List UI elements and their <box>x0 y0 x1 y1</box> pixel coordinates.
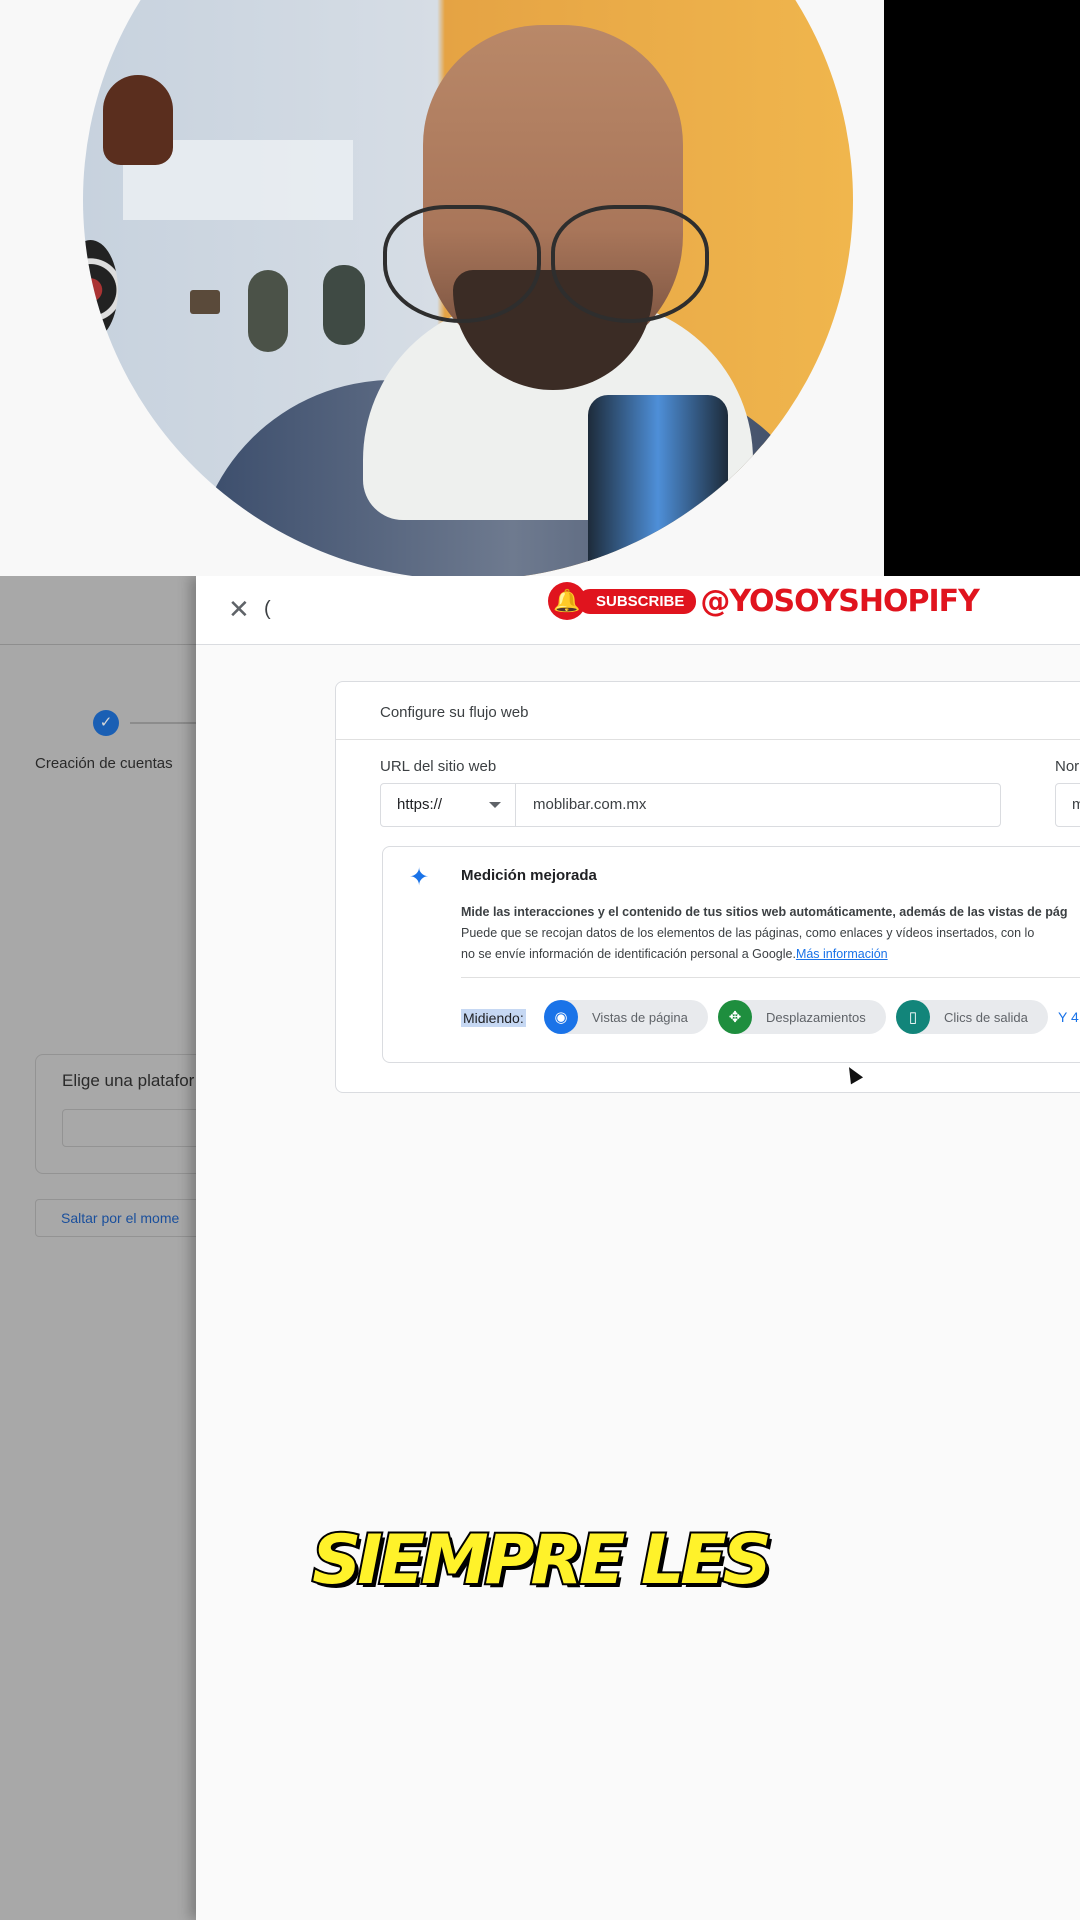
stream-name-value: m <box>1072 796 1080 813</box>
microphone-icon <box>588 395 728 576</box>
hat-icon <box>103 75 173 165</box>
screen-recording: ✓ Creación de cuentas Elige una platafor… <box>0 576 1080 1920</box>
dropdown-arrow-icon <box>489 802 501 808</box>
video-caption: SIEMPRE LES <box>310 1519 773 1602</box>
black-bar <box>884 0 1080 576</box>
url-input-value: moblibar.com.mx <box>533 796 647 813</box>
stream-config-card: Configure su flujo web URL del sitio web… <box>335 681 1080 1093</box>
protocol-select[interactable]: https:// <box>380 783 516 827</box>
enhanced-desc-3: no se envíe información de identificació… <box>461 947 796 961</box>
chip-label: Vistas de página <box>592 1009 688 1025</box>
cap-icon <box>248 270 288 352</box>
step-label: Creación de cuentas <box>35 755 173 772</box>
subscribe-label: SUBSCRIBE <box>578 588 697 614</box>
cap-icon <box>323 265 365 345</box>
channel-handle: @YOSOYSHOPIFY <box>700 583 980 619</box>
move-icon: ✥ <box>718 1000 752 1034</box>
chip-outbound-clicks[interactable]: ▯ Clics de salida <box>896 1000 1048 1034</box>
enhanced-measurement-panel: ✦ Medición mejorada Mide las interaccion… <box>382 846 1080 1063</box>
dialog-header: ✕ ( 🔔 SUBSCRIBE @YOSOYSHOPIFY <box>196 576 1080 645</box>
chip-scrolls[interactable]: ✥ Desplazamientos <box>718 1000 886 1034</box>
close-icon[interactable]: ✕ <box>228 594 250 624</box>
glasses-icon <box>551 205 709 323</box>
url-input[interactable]: moblibar.com.mx <box>515 783 1001 827</box>
measuring-label: Midiendo: <box>461 1009 526 1027</box>
step-connector <box>130 722 196 724</box>
stream-name-input[interactable]: m <box>1055 783 1080 827</box>
bell-icon: 🔔 <box>548 582 586 620</box>
dialog-title-partial: ( <box>264 598 271 620</box>
chip-label: Clics de salida <box>944 1009 1028 1025</box>
skip-button-label: Saltar por el mome <box>61 1210 180 1226</box>
light-switch <box>190 290 220 314</box>
background-topbar <box>0 576 196 645</box>
more-events-link[interactable]: Y 4 <box>1058 1009 1079 1025</box>
step-check-icon: ✓ <box>93 710 119 736</box>
protocol-value: https:// <box>397 796 443 813</box>
webcam-panel <box>0 0 1080 576</box>
web-stream-dialog: ✕ ( 🔔 SUBSCRIBE @YOSOYSHOPIFY Configure … <box>196 576 1080 1920</box>
background-page-dimmed: ✓ Creación de cuentas Elige una platafor… <box>0 576 224 1920</box>
sparkle-icon: ✦ <box>409 864 430 891</box>
card-divider <box>336 739 1080 740</box>
mouse-icon: ▯ <box>896 1000 930 1034</box>
chip-page-views[interactable]: ◉ Vistas de página <box>544 1000 708 1034</box>
enhanced-desc-3-row: no se envíe información de identificació… <box>461 947 888 961</box>
dartboard-icon <box>83 240 118 340</box>
more-info-link[interactable]: Más información <box>796 947 888 961</box>
eye-icon: ◉ <box>544 1000 578 1034</box>
stream-name-label: Nor <box>1055 758 1080 775</box>
subscribe-badge[interactable]: 🔔 SUBSCRIBE @YOSOYSHOPIFY <box>548 582 980 620</box>
enhanced-desc-2: Puede que se recojan datos de los elemen… <box>461 926 1035 940</box>
skip-button[interactable]: Saltar por el mome <box>35 1199 217 1237</box>
enhanced-title: Medición mejorada <box>461 867 597 884</box>
card-title: Configure su flujo web <box>380 704 529 721</box>
platform-card-title: Elige una platafor <box>62 1071 195 1090</box>
chip-label: Desplazamientos <box>766 1009 866 1025</box>
platform-card: Elige una platafor <box>35 1054 224 1174</box>
glasses-icon <box>383 205 541 323</box>
enhanced-divider <box>461 977 1080 978</box>
enhanced-desc-1: Mide las interacciones y el contenido de… <box>461 905 1068 919</box>
url-label: URL del sitio web <box>380 758 497 775</box>
